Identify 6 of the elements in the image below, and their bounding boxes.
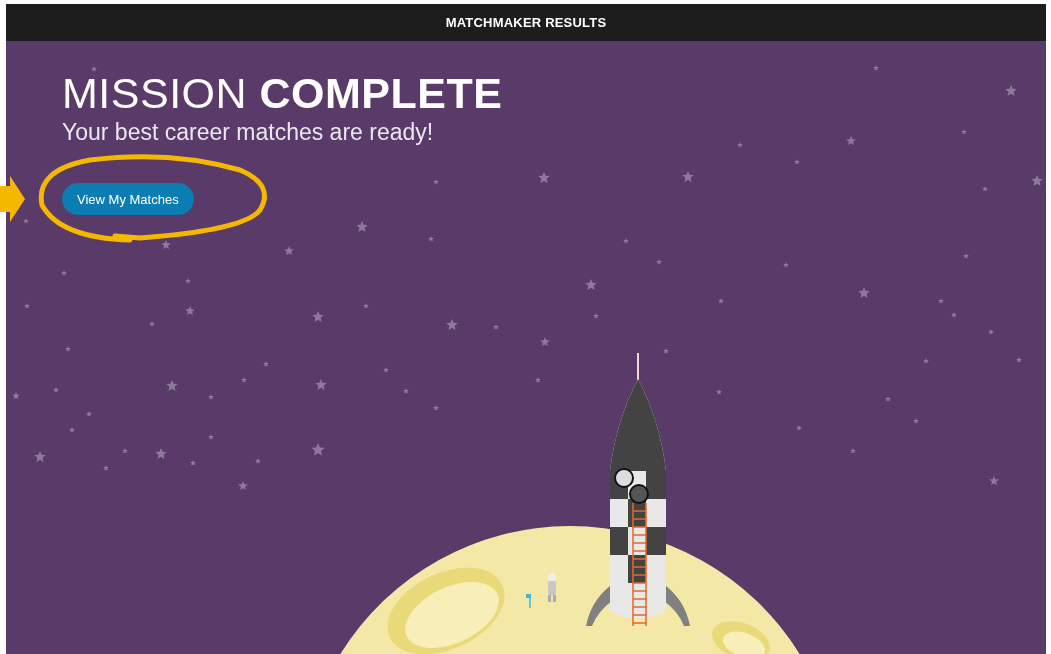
mission-heading: MISSION COMPLETE	[62, 69, 503, 117]
flag-drawing	[526, 593, 531, 609]
page-title: MATCHMAKER RESULTS	[445, 15, 607, 30]
view-matches-button[interactable]: View My Matches	[62, 183, 194, 215]
subtitle: Your best career matches are ready!	[62, 118, 434, 147]
astronaut-drawing	[548, 573, 556, 602]
